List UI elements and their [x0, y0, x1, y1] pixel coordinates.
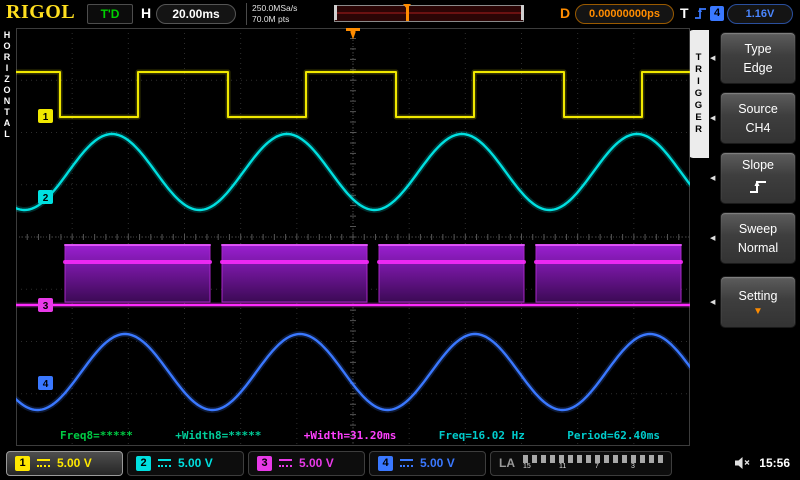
- channel-3-chip: 3: [257, 455, 272, 471]
- channel-1-scale: 5.00 V: [57, 456, 92, 470]
- menu-sweep-button[interactable]: Sweep Normal: [720, 212, 796, 264]
- measurement-3: +Width=31.20ms: [303, 429, 397, 442]
- delay-value[interactable]: 0.00000000ps: [575, 4, 674, 24]
- svg-text:3: 3: [43, 301, 49, 312]
- channel-4-box[interactable]: 4 5.00 V: [369, 450, 486, 476]
- horizontal-label: H: [141, 5, 152, 21]
- measurement-1: Freq8=*****: [60, 429, 133, 442]
- measurement-4: Freq=16.02 Hz: [438, 429, 525, 442]
- dc-coupling-icon: [279, 459, 292, 467]
- top-bar: RIGOL T'D H 20.00ms 250.0MSa/s 70.0M pts…: [0, 0, 800, 28]
- trigger-source-badge: 4: [710, 6, 724, 21]
- trigger-position-icon: [346, 28, 360, 40]
- trigger-menu-panel: ◀ Type Edge ◀ Source CH4 ◀ Slope ◀ Sweep: [710, 32, 800, 336]
- waveform-display: 1 2 3 4: [16, 28, 690, 446]
- measurement-5: Period=62.40ms: [567, 429, 660, 442]
- beeper-muted-icon: [735, 457, 750, 469]
- channel-3-box[interactable]: 3 5.00 V: [248, 450, 365, 476]
- menu-item-value: [747, 177, 769, 198]
- menu-left-arrow-icon: ◀: [710, 175, 716, 182]
- channel-1-chip: 1: [15, 455, 30, 471]
- menu-left-arrow-icon: ◀: [710, 235, 716, 242]
- menu-left-arrow-icon: ◀: [710, 115, 716, 122]
- trigger-status-badge: T'D: [87, 4, 133, 24]
- menu-item-label: Type: [744, 41, 772, 56]
- memory-position-marker-icon[interactable]: [403, 4, 412, 21]
- clock: 15:56: [759, 456, 790, 470]
- delay-label: D: [560, 5, 571, 21]
- svg-text:4: 4: [43, 379, 49, 390]
- memory-depth-value: 70.0M pts: [252, 14, 290, 24]
- channel-3-scale: 5.00 V: [299, 456, 334, 470]
- menu-item-label: Setting: [738, 288, 778, 303]
- dc-coupling-icon: [158, 459, 171, 467]
- menu-left-arrow-icon: ◀: [710, 55, 716, 62]
- measurement-2: +Width8=*****: [175, 429, 262, 442]
- channel-1-box[interactable]: 1 5.00 V: [6, 450, 123, 476]
- menu-item-value: Edge: [743, 60, 773, 75]
- rising-slope-icon: [750, 180, 766, 193]
- channel-2-box[interactable]: 2 5.00 V: [127, 450, 244, 476]
- channel-4-scale: 5.00 V: [420, 456, 455, 470]
- menu-setting-button[interactable]: Setting ▼: [720, 276, 796, 328]
- horizontal-tab[interactable]: HORIZONTAL: [2, 30, 12, 170]
- menu-item-label: Source: [738, 101, 778, 116]
- menu-item-value: Normal: [737, 240, 779, 255]
- channel-2-chip: 2: [136, 455, 151, 471]
- menu-item-label: Sweep: [738, 221, 778, 236]
- menu-type-button[interactable]: Type Edge: [720, 32, 796, 84]
- la-bit-indicators: 15 11 7 3: [523, 455, 667, 471]
- svg-text:1: 1: [43, 112, 49, 123]
- memory-bar-right-cap: [521, 5, 524, 20]
- expand-down-icon: ▼: [753, 305, 763, 317]
- timebase-value[interactable]: 20.00ms: [156, 4, 236, 24]
- channel-4-chip: 4: [378, 455, 393, 471]
- la-status-box[interactable]: LA 15 11 7 3: [490, 450, 672, 476]
- memory-bar-left-cap: [334, 5, 337, 20]
- dc-coupling-icon: [37, 459, 50, 467]
- trigger-level-value[interactable]: 1.16V: [727, 4, 793, 24]
- menu-source-button[interactable]: Source CH4: [720, 92, 796, 144]
- brand-logo: RIGOL: [6, 1, 76, 23]
- svg-text:2: 2: [43, 193, 49, 204]
- menu-slope-button[interactable]: Slope: [720, 152, 796, 204]
- sample-rate-value: 250.0MSa/s: [252, 3, 298, 13]
- memory-position-bar[interactable]: [334, 4, 524, 22]
- dc-coupling-icon: [400, 459, 413, 467]
- menu-left-arrow-icon: ◀: [710, 299, 716, 306]
- measurements-row: Freq8=***** +Width8=***** +Width=31.20ms…: [16, 429, 690, 442]
- trigger-slope-icon: [695, 7, 706, 19]
- trigger-tab[interactable]: TRIGGER: [688, 30, 709, 158]
- trigger-label: T: [680, 5, 689, 21]
- channel-2-scale: 5.00 V: [178, 456, 213, 470]
- acquisition-info: 250.0MSa/s 70.0M pts: [246, 3, 297, 25]
- menu-item-label: Slope: [742, 158, 774, 172]
- la-label: LA: [499, 456, 515, 470]
- status-bar: 1 5.00 V 2 5.00 V 3 5.00 V 4 5.00 V LA 1…: [0, 446, 800, 480]
- menu-item-value: CH4: [745, 120, 771, 135]
